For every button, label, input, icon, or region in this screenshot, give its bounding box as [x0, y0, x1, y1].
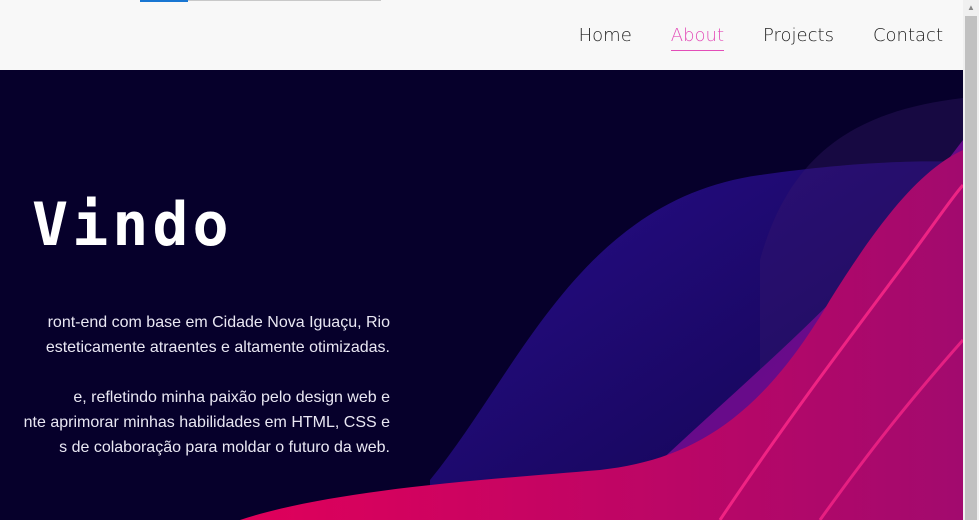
hero-paragraph-2-line-2: nte aprimorar minhas habilidades em HTML…	[23, 414, 390, 431]
main-nav: Home About Projects Contact	[579, 23, 943, 51]
hero-paragraph-1: ront-end com base em Cidade Nova Iguaçu,…	[0, 310, 390, 360]
nav-about[interactable]: About	[670, 23, 724, 51]
hero-section: Vindo ront-end com base em Cidade Nova I…	[0, 70, 963, 520]
hero-paragraph-1-line-2: esteticamente atraentes e altamente otim…	[45, 339, 390, 356]
nav-home[interactable]: Home	[579, 23, 632, 51]
hero-paragraph-2: e, refletindo minha paixão pelo design w…	[0, 385, 390, 460]
chevron-up-icon[interactable]: ▲	[963, 0, 979, 16]
nav-contact[interactable]: Contact	[873, 23, 943, 51]
nav-projects[interactable]: Projects	[763, 23, 834, 51]
scrollbar-thumb[interactable]	[965, 16, 977, 520]
hero-title: Vindo	[32, 190, 233, 260]
header-divider	[188, 0, 381, 1]
hero-paragraph-2-line-1: e, refletindo minha paixão pelo design w…	[73, 389, 390, 406]
page-scrollbar[interactable]: ▲	[963, 0, 979, 520]
hero-paragraph-2-line-3: s de colaboração para moldar o futuro da…	[59, 439, 390, 456]
site-header: Home About Projects Contact	[0, 0, 963, 70]
hero-paragraph-1-line-1: ront-end com base em Cidade Nova Iguaçu,…	[47, 314, 390, 331]
header-accent-bar	[140, 0, 188, 2]
